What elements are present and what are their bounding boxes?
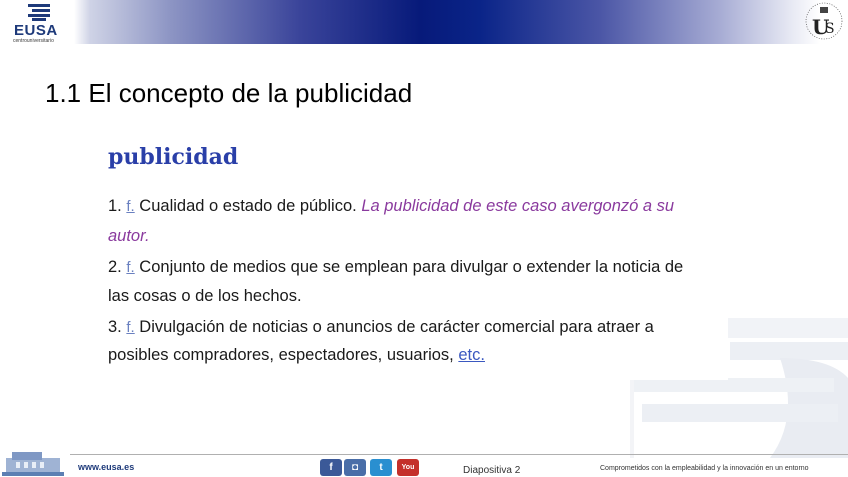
campus-building-icon [2,452,64,476]
definition-text-cont: posibles compradores, espectadores, usua… [108,346,454,364]
abbreviation-link[interactable]: f. [126,319,134,336]
dictionary-headword: publicidad [108,144,239,170]
photo-icon[interactable]: ◘ [344,459,366,476]
definition-2: 2. f. Conjunto de medios que se emplean … [108,258,683,277]
definition-3: 3. f. Divulgación de noticias o anuncios… [108,318,654,337]
footer-tagline: Comprometidos con la empleabilidad y la … [600,465,809,472]
definition-number: 3. [108,318,122,336]
abbreviation-link[interactable]: f. [126,259,134,276]
definition-text: Cualidad o estado de público. [139,197,357,215]
definition-text-cont: las cosas o de los hechos. [108,287,302,305]
facebook-icon[interactable]: f [320,459,342,476]
definition-number: 2. [108,258,122,276]
slide-title: 1.1 El concepto de la publicidad [45,78,413,108]
definition-example: La publicidad de este caso avergonzó a s… [361,197,675,215]
abbreviation-link[interactable]: f. [126,198,134,215]
twitter-icon[interactable]: t [370,459,392,476]
etc-link[interactable]: etc. [458,346,485,364]
svg-text:S: S [825,21,835,37]
definition-2-cont: las cosas o de los hechos. [108,287,302,306]
eusa-logo: EUSA centrouniversitario [10,2,74,44]
slide-number: Diapositiva 2 [463,465,521,476]
eusa-logo-subtext: centrouniversitario [13,38,54,44]
eusa-stripes-icon [28,4,50,21]
definition-text: Conjunto de medios que se emplean para d… [139,258,684,276]
eusa-logo-text: EUSA [14,22,58,39]
definition-text: Divulgación de noticias o anuncios de ca… [139,318,654,336]
youtube-icon[interactable]: You [397,459,419,476]
definition-3-cont: posibles compradores, espectadores, usua… [108,346,485,365]
definition-1: 1. f. Cualidad o estado de público. La p… [108,197,674,216]
footer-divider [70,454,848,455]
universidad-sevilla-seal-icon: U S [805,2,843,40]
header-banner: EUSA centrouniversitario U S [0,0,848,44]
definition-number: 1. [108,197,122,215]
definition-example-cont: autor. [108,227,150,245]
definition-1-cont: autor. [108,227,150,246]
website-link[interactable]: www.eusa.es [78,462,134,472]
dictionary-entry: publicidad 1. f. Cualidad o estado de pú… [100,134,728,380]
